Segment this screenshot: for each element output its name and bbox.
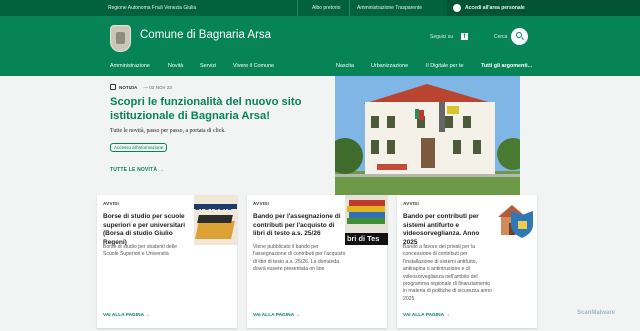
card-category: AVVISI <box>403 201 419 206</box>
nav-item-servizi[interactable]: Servizi <box>200 63 216 69</box>
coat-of-arms-logo[interactable] <box>110 25 131 52</box>
arrow-right-icon: → <box>145 313 150 318</box>
albo-pretorio-link[interactable]: Albo pretorio <box>312 5 340 11</box>
news-date: — 03 NOV 23 <box>143 84 172 90</box>
user-icon <box>453 4 461 12</box>
facebook-icon[interactable]: f <box>461 33 468 40</box>
card-thumbnail <box>494 195 537 245</box>
card-title[interactable]: Borse di studio per scuole superiori e p… <box>103 213 193 247</box>
nav-item-urbanizzazione[interactable]: Urbanizzazione <box>371 63 408 69</box>
card-description: Borse di studio per studenti delle Scuol… <box>103 244 177 258</box>
nav-item-amministrazione[interactable]: Amministrazione <box>110 63 150 69</box>
divider <box>297 0 298 16</box>
card-thumbnail: DI STUDIO <box>194 195 237 245</box>
hero-title[interactable]: Scopri le funzionalità del nuovo sito is… <box>110 96 310 123</box>
news-card[interactable]: AVVISI bri di Tes Bando per l'assegnazio… <box>247 195 388 328</box>
card-category: AVVISI <box>253 201 269 206</box>
search-label: Cerca <box>494 34 508 40</box>
card-description: Bando a favore dei privati per la conces… <box>403 244 492 302</box>
site-header: Comune di Bagnaria Arsa Seguici su f Cer… <box>0 16 640 60</box>
arrow-right-icon: → <box>445 313 450 318</box>
thumb-caption: bri di Tes <box>347 234 380 243</box>
divider <box>349 0 350 16</box>
arrow-right-icon: → <box>295 313 300 318</box>
card-category: AVVISI <box>103 201 119 206</box>
card-title[interactable]: Bando per l'assegnazione di contributi p… <box>253 213 345 239</box>
card-link[interactable]: VAI ALLA PAGINA → <box>403 313 450 318</box>
arrow-right-icon: → <box>158 167 164 173</box>
card-thumbnail: bri di Tes <box>345 195 388 245</box>
login-label: Accedi all'area personale <box>465 5 525 11</box>
login-button[interactable]: Accedi all'area personale <box>447 0 640 16</box>
scanmalware-watermark: ScanMalware <box>577 310 616 316</box>
region-link[interactable]: Regione Autonoma Friuli Venezia Giulia <box>108 5 196 11</box>
nav-item-vivere[interactable]: Vivere il Comune <box>233 63 274 69</box>
news-tag: NOTIZIA <box>119 84 138 90</box>
search-button[interactable] <box>511 28 528 45</box>
hero-text: NOTIZIA — 03 NOV 23 Scopri le funzionali… <box>110 84 310 173</box>
main-nav: Amministrazione Novità Servizi Vivere il… <box>0 60 640 76</box>
nav-item-novita[interactable]: Novità <box>168 63 183 69</box>
nav-item-nascita[interactable]: Nascita <box>336 63 354 69</box>
calendar-icon <box>110 84 116 90</box>
town-hall-photo <box>335 76 520 195</box>
news-card[interactable]: AVVISI DI STUDIO Borse di studio per scu… <box>97 195 237 328</box>
all-news-link[interactable]: TUTTE LE NOVITÀ → <box>110 167 310 173</box>
top-bar: Regione Autonoma Friuli Venezia Giulia A… <box>0 0 640 16</box>
house-shield-icon <box>494 195 537 245</box>
amministrazione-trasparente-link[interactable]: Amministrazione Trasparente <box>357 5 422 11</box>
follow-label: Seguici su <box>430 34 454 40</box>
card-title[interactable]: Bando per contributi per sistemi antifur… <box>403 213 495 247</box>
news-card[interactable]: AVVISI Bando per contributi per sistemi … <box>397 195 537 328</box>
nav-item-all-topics[interactable]: Tutti gli argomenti... <box>481 63 532 69</box>
nav-item-digitale[interactable]: Il Digitale per te <box>426 63 463 69</box>
site-title[interactable]: Comune di Bagnaria Arsa <box>140 29 271 41</box>
hero-subtitle: Tutte le novità, passo per passo, a port… <box>110 128 226 134</box>
card-description: Viene pubblicato il bando per l'assegnaz… <box>253 244 346 273</box>
card-link[interactable]: VAI ALLA PAGINA → <box>253 313 300 318</box>
news-kicker: NOTIZIA — 03 NOV 23 <box>110 84 310 90</box>
card-link[interactable]: VAI ALLA PAGINA → <box>103 313 150 318</box>
thumb-caption: DI STUDIO <box>195 203 233 212</box>
topic-chip[interactable]: Accesso all'informazione <box>110 143 168 152</box>
